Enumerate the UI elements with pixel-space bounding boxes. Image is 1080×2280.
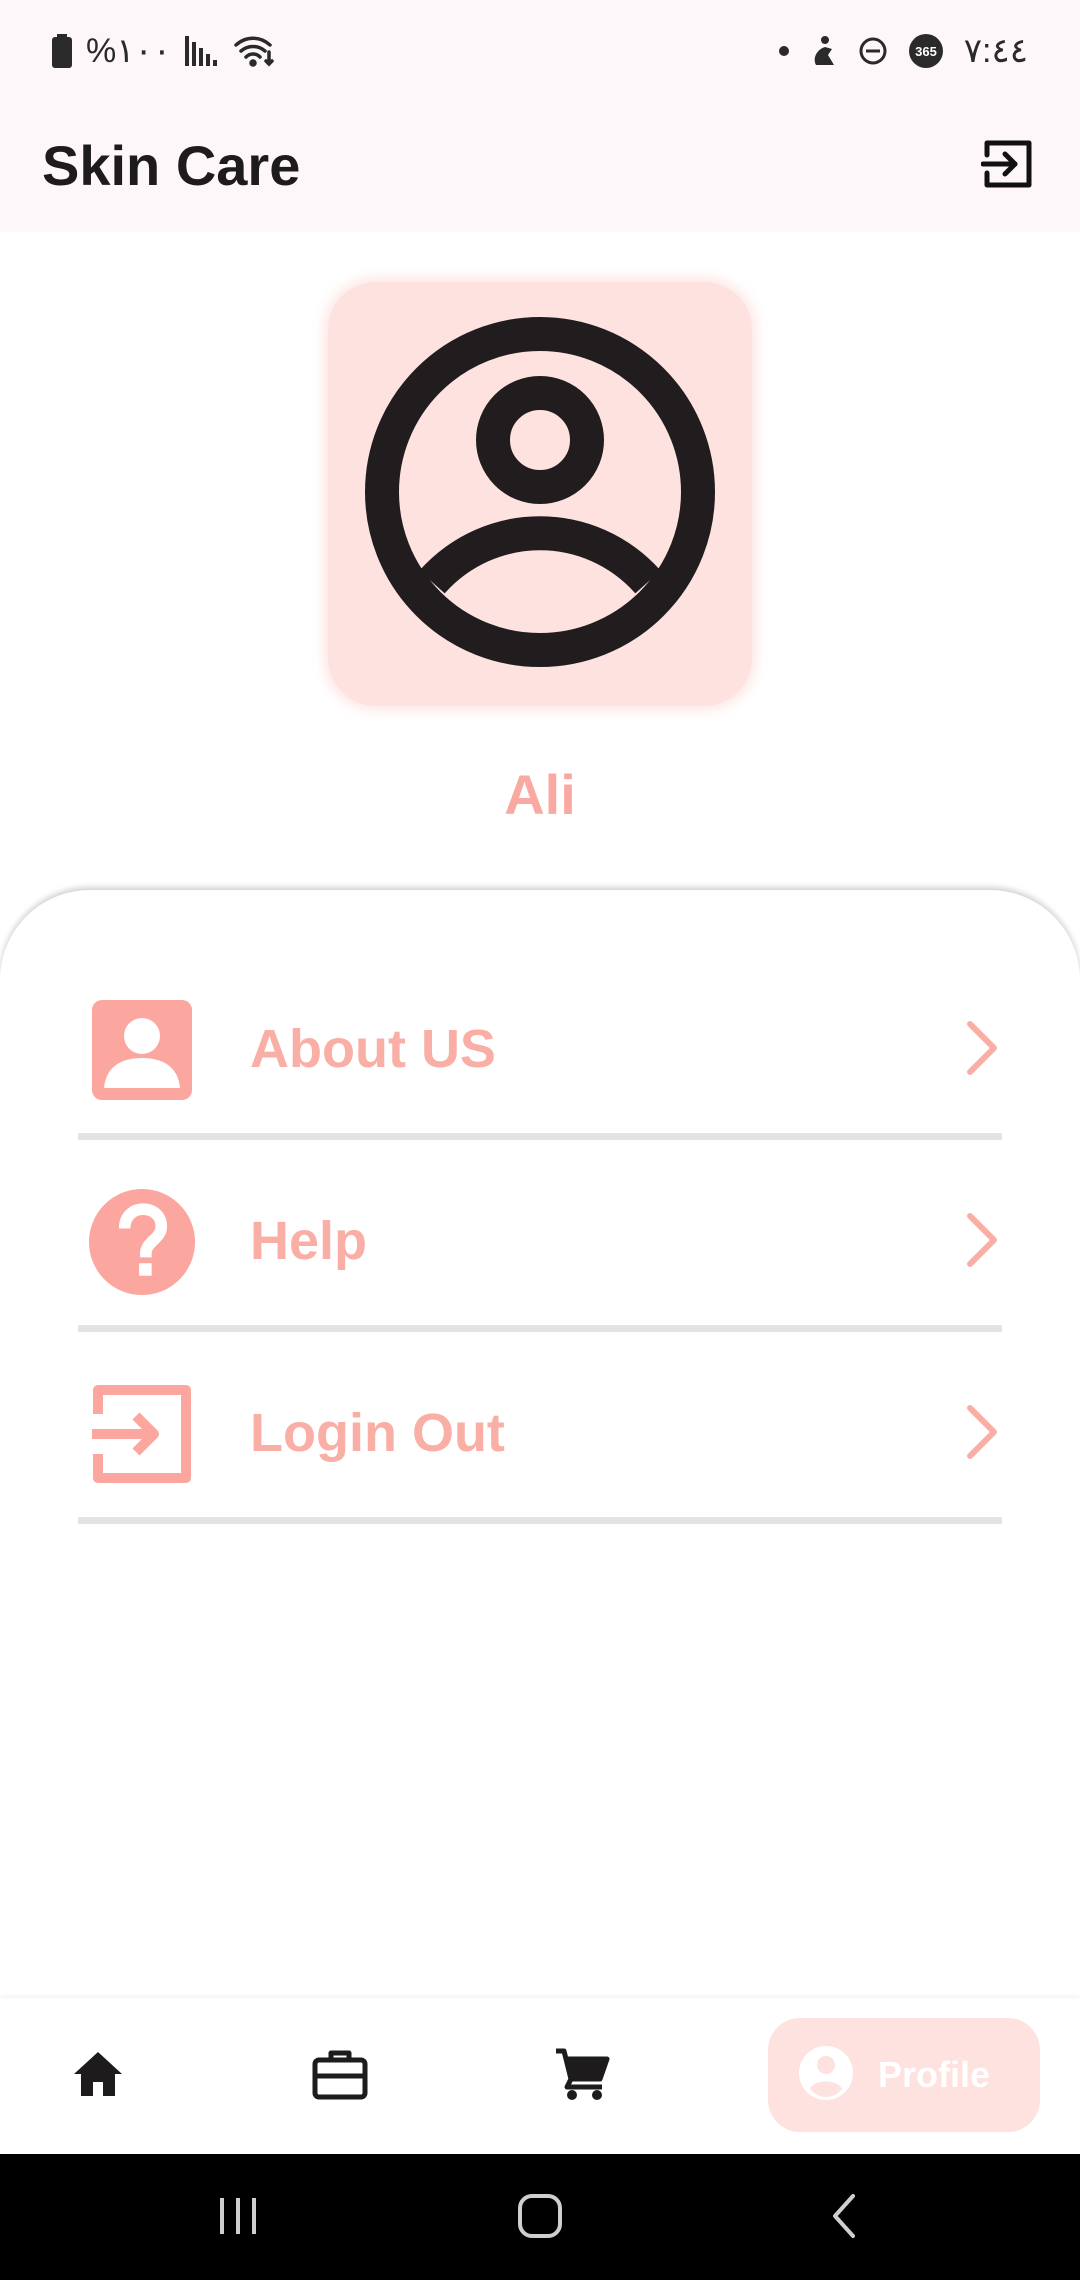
recent-apps-icon bbox=[216, 2196, 260, 2241]
status-time: ٧:٤٤ bbox=[963, 32, 1028, 70]
dot-icon bbox=[778, 45, 790, 57]
cart-icon bbox=[554, 2047, 610, 2106]
status-left: %١٠٠ bbox=[52, 30, 275, 72]
recent-apps-button[interactable] bbox=[208, 2190, 268, 2246]
chevron-right-icon bbox=[962, 1402, 1002, 1462]
accessibility-icon bbox=[810, 35, 838, 67]
battery-icon bbox=[52, 34, 72, 68]
nav-profile-label: Profile bbox=[878, 2054, 991, 2095]
menu-item-label: About US bbox=[250, 1019, 496, 1079]
nav-home[interactable] bbox=[62, 2040, 134, 2112]
logout-icon bbox=[88, 1380, 196, 1488]
app-title: Skin Care bbox=[42, 134, 301, 197]
bottom-nav: Profile bbox=[0, 1998, 1080, 2154]
briefcase-icon bbox=[312, 2048, 368, 2105]
avatar[interactable] bbox=[328, 282, 752, 706]
menu-sheet: About US Help Login Out bbox=[0, 890, 1080, 1998]
exit-icon bbox=[980, 137, 1035, 196]
signal-icon bbox=[185, 36, 219, 66]
wifi-icon bbox=[233, 34, 275, 68]
app-365-icon: 365 bbox=[908, 33, 944, 69]
account-circle-icon bbox=[360, 312, 720, 677]
divider bbox=[78, 1325, 1002, 1332]
user-name: Ali bbox=[504, 763, 576, 826]
system-nav-bar bbox=[0, 2154, 1080, 2280]
nav-profile[interactable]: Profile bbox=[768, 2018, 1040, 2132]
chevron-right-icon bbox=[962, 1210, 1002, 1270]
app-bar: Skin Care bbox=[0, 100, 1080, 232]
home-system-button[interactable] bbox=[510, 2190, 570, 2246]
divider bbox=[78, 1517, 1002, 1524]
help-icon bbox=[88, 1188, 196, 1296]
back-icon bbox=[829, 2193, 859, 2244]
svg-text:365: 365 bbox=[915, 44, 937, 59]
exit-button[interactable] bbox=[972, 130, 1044, 202]
dnd-icon bbox=[858, 36, 888, 66]
nav-briefcase[interactable] bbox=[304, 2040, 376, 2112]
profile-icon bbox=[798, 2045, 854, 2106]
nav-cart[interactable] bbox=[546, 2040, 618, 2112]
status-right: 365 ٧:٤٤ bbox=[778, 30, 1028, 72]
menu-item-about-us[interactable]: About US bbox=[78, 952, 1002, 1140]
divider bbox=[78, 1133, 1002, 1140]
menu-item-label: Login Out bbox=[250, 1403, 505, 1463]
back-button[interactable] bbox=[814, 2190, 874, 2246]
status-bar: %١٠٠ 365 ٧:٤٤ bbox=[0, 0, 1080, 100]
home-circle-icon bbox=[517, 2193, 563, 2244]
menu-item-login-out[interactable]: Login Out bbox=[78, 1336, 1002, 1524]
chevron-right-icon bbox=[962, 1018, 1002, 1078]
person-icon bbox=[88, 996, 196, 1104]
menu-item-help[interactable]: Help bbox=[78, 1144, 1002, 1332]
menu-item-label: Help bbox=[250, 1211, 368, 1271]
home-icon bbox=[72, 2050, 124, 2103]
battery-text: %١٠٠ bbox=[86, 32, 172, 70]
